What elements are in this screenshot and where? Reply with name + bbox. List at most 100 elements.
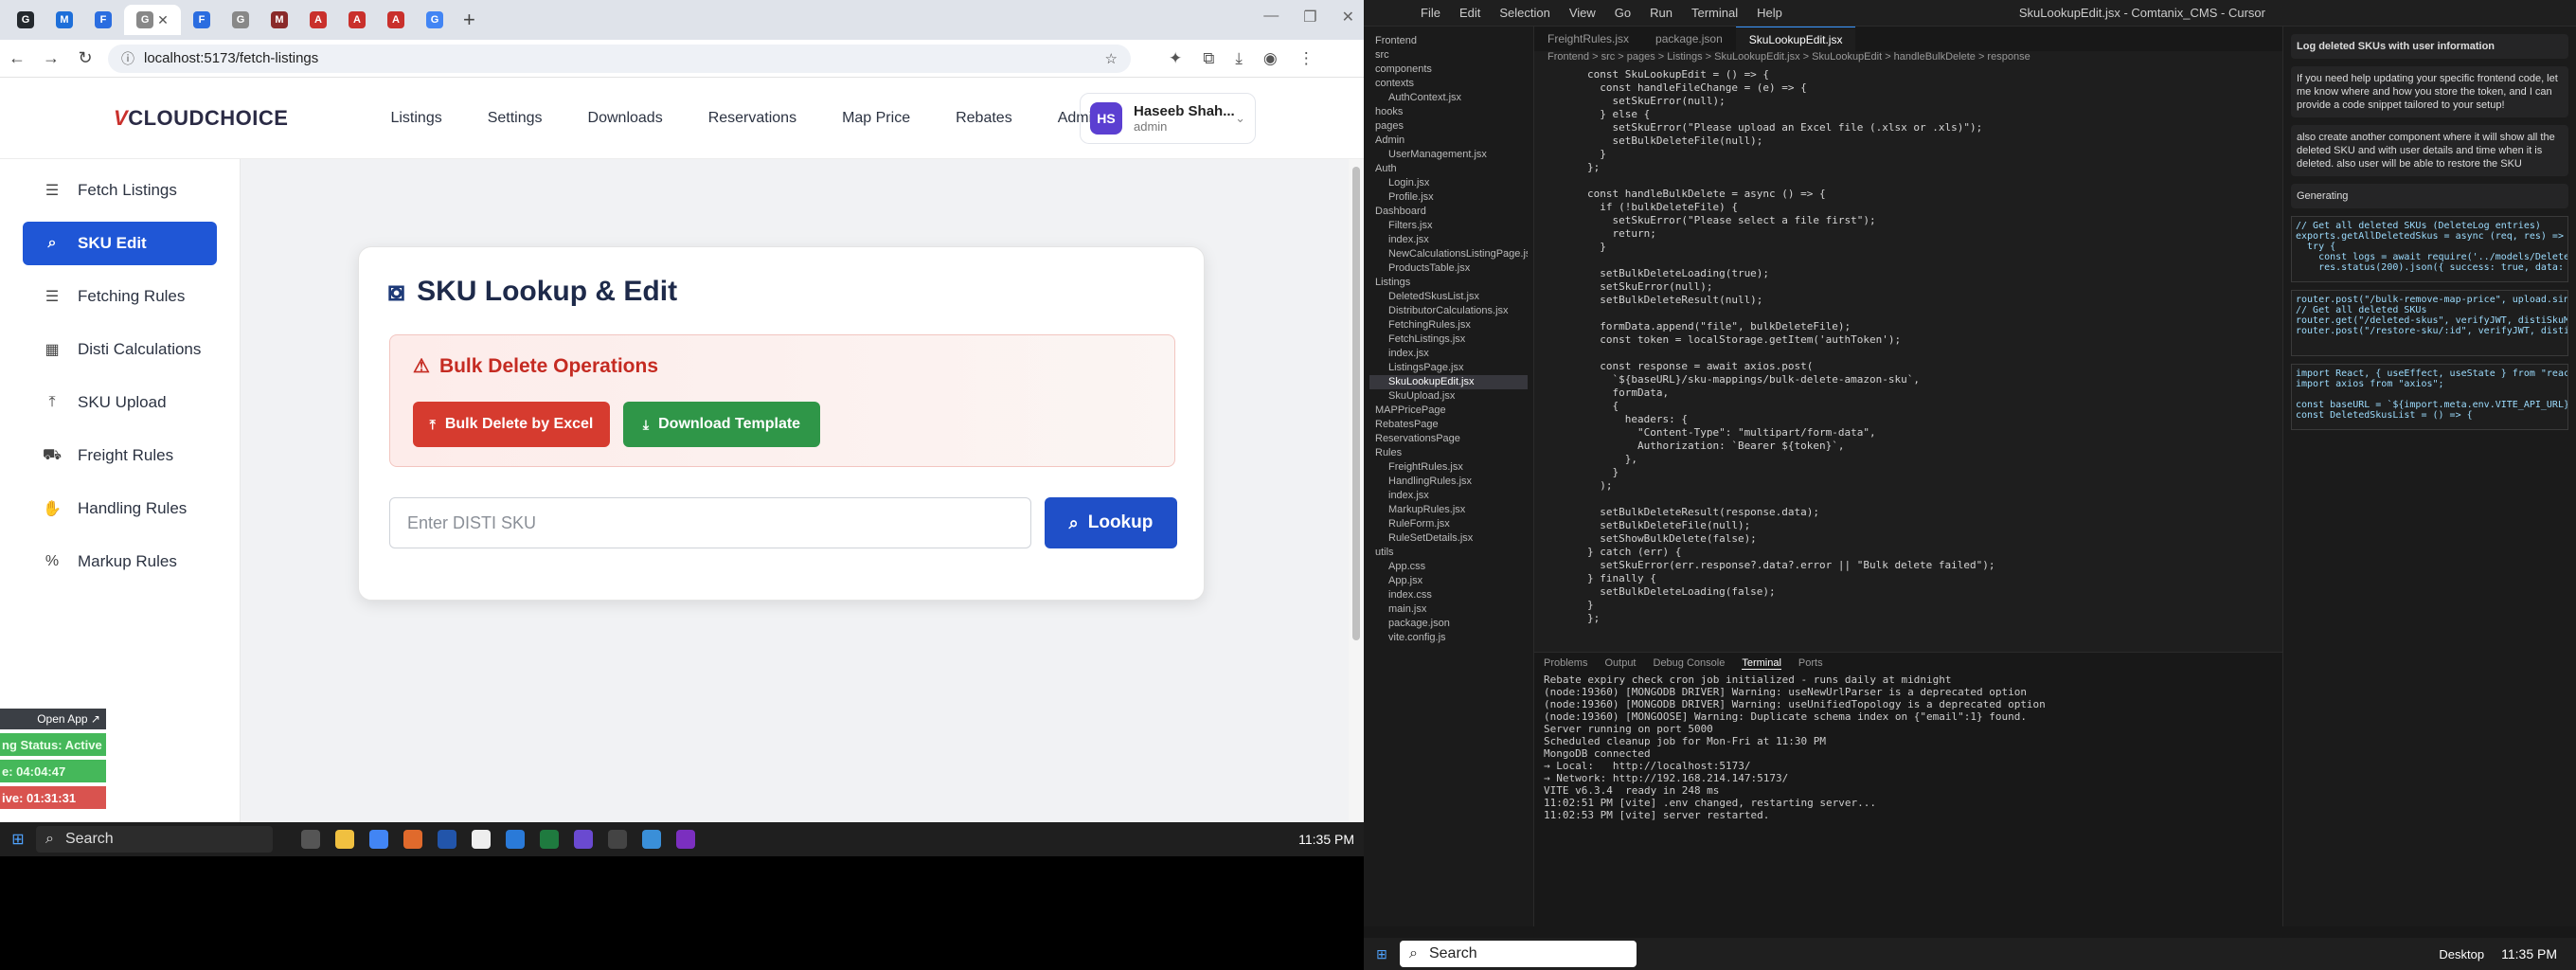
bulk-delete-button[interactable]: ⤒ Bulk Delete by Excel xyxy=(413,402,610,447)
sidebar-item-fetch-listings[interactable]: ☰ Fetch Listings xyxy=(23,169,217,212)
nav-downloads[interactable]: Downloads xyxy=(588,110,663,127)
file-item[interactable]: vite.config.js xyxy=(1369,631,1528,645)
folder-item[interactable]: hooks xyxy=(1369,105,1528,119)
folder-item[interactable]: pages xyxy=(1369,119,1528,134)
open-app-button[interactable]: Open App ↗ xyxy=(0,709,106,729)
menu-icon[interactable]: ⋮ xyxy=(1298,49,1315,68)
chat-code-block[interactable]: // Get all deleted SKUs (DeleteLog entri… xyxy=(2291,216,2568,282)
clock[interactable]: 11:35 PM xyxy=(1298,832,1354,847)
file-item[interactable]: SkuLookupEdit.jsx xyxy=(1369,375,1528,389)
folder-item[interactable]: Rules xyxy=(1369,446,1528,460)
file-item[interactable]: FreightRules.jsx xyxy=(1369,460,1528,475)
folder-item[interactable]: components xyxy=(1369,63,1528,77)
cursor-icon[interactable] xyxy=(608,830,627,849)
clock[interactable]: 11:35 PM xyxy=(2501,946,2557,961)
browser-tab[interactable]: G xyxy=(8,5,44,35)
nav-map-price[interactable]: Map Price xyxy=(842,110,910,127)
sku-input[interactable] xyxy=(389,497,1031,548)
chat-user-message[interactable]: also create another component where it w… xyxy=(2291,125,2568,176)
nav-reservations[interactable]: Reservations xyxy=(708,110,796,127)
file-item[interactable]: RuleSetDetails.jsx xyxy=(1369,531,1528,546)
file-explorer-icon[interactable] xyxy=(335,830,354,849)
folder-item[interactable]: src xyxy=(1369,48,1528,63)
file-item[interactable]: Login.jsx xyxy=(1369,176,1528,190)
menu-run[interactable]: Run xyxy=(1650,6,1673,20)
file-item[interactable]: App.jsx xyxy=(1369,574,1528,588)
app-icon[interactable] xyxy=(472,830,491,849)
app-icon[interactable] xyxy=(642,830,661,849)
panel-tab-problems[interactable]: Problems xyxy=(1544,657,1587,669)
browser-tab[interactable]: G ✕ xyxy=(124,5,181,35)
browser-tab[interactable]: F xyxy=(85,5,121,35)
editor-tab[interactable]: package.json xyxy=(1642,27,1736,51)
sidebar-item-disti-calculations[interactable]: ▦ Disti Calculations xyxy=(23,328,217,371)
app-icon[interactable] xyxy=(438,830,456,849)
menu-edit[interactable]: Edit xyxy=(1459,6,1480,20)
bookmark-star-icon[interactable]: ☆ xyxy=(1105,50,1118,67)
menu-go[interactable]: Go xyxy=(1615,6,1631,20)
editor-tab[interactable]: SkuLookupEdit.jsx xyxy=(1735,27,1856,51)
new-tab-icon[interactable]: + xyxy=(463,8,475,32)
file-item[interactable]: MarkupRules.jsx xyxy=(1369,503,1528,517)
chrome-icon[interactable] xyxy=(369,830,388,849)
sidebar-item-handling-rules[interactable]: ✋ Handling Rules xyxy=(23,487,217,530)
folder-item[interactable]: Listings xyxy=(1369,276,1528,290)
browser-tab[interactable]: M xyxy=(46,5,82,35)
desktop-label[interactable]: Desktop xyxy=(2439,947,2484,961)
scrollbar-thumb[interactable] xyxy=(1352,167,1360,640)
excel-icon[interactable] xyxy=(540,830,559,849)
file-item[interactable]: DistributorCalculations.jsx xyxy=(1369,304,1528,318)
folder-item[interactable]: Admin xyxy=(1369,134,1528,148)
minimize-icon[interactable]: — xyxy=(1263,8,1279,27)
file-item[interactable]: index.jsx xyxy=(1369,233,1528,247)
editor-tab[interactable]: FreightRules.jsx xyxy=(1534,27,1642,51)
file-item[interactable]: UserManagement.jsx xyxy=(1369,148,1528,162)
file-item[interactable]: Profile.jsx xyxy=(1369,190,1528,205)
file-item[interactable]: NewCalculationsListingPage.jsx xyxy=(1369,247,1528,261)
folder-item[interactable]: Auth xyxy=(1369,162,1528,176)
file-item[interactable]: FetchingRules.jsx xyxy=(1369,318,1528,332)
profile-icon[interactable]: ◉ xyxy=(1263,49,1278,68)
browser-tab[interactable]: G xyxy=(223,5,259,35)
panel-tab-terminal[interactable]: Terminal xyxy=(1742,657,1781,670)
file-item[interactable]: HandlingRules.jsx xyxy=(1369,475,1528,489)
browser-tab[interactable]: F xyxy=(184,5,220,35)
browser-tab[interactable]: A xyxy=(300,5,336,35)
puzzle-icon[interactable]: ⧉ xyxy=(1203,49,1214,68)
file-item[interactable]: App.css xyxy=(1369,560,1528,574)
task-view-icon[interactable] xyxy=(301,830,320,849)
folder-item[interactable]: utils xyxy=(1369,546,1528,560)
firefox-icon[interactable] xyxy=(403,830,422,849)
browser-tab[interactable]: A xyxy=(378,5,414,35)
folder-item[interactable]: contexts xyxy=(1369,77,1528,91)
folder-item[interactable]: RebatesPage xyxy=(1369,418,1528,432)
browser-tab[interactable]: M xyxy=(261,5,297,35)
file-item[interactable]: package.json xyxy=(1369,617,1528,631)
browser-tab[interactable]: A xyxy=(339,5,375,35)
download-icon[interactable]: ⤓ xyxy=(1235,49,1243,68)
menu-file[interactable]: File xyxy=(1421,6,1440,20)
user-menu[interactable]: HS Haseeb Shah... admin ⌄ xyxy=(1080,93,1256,144)
sidebar-item-markup-rules[interactable]: % Markup Rules xyxy=(23,540,217,584)
file-item[interactable]: AuthContext.jsx xyxy=(1369,91,1528,105)
menu-view[interactable]: View xyxy=(1569,6,1596,20)
file-item[interactable]: main.jsx xyxy=(1369,602,1528,617)
url-input[interactable]: ⓘ localhost:5173/fetch-listings ☆ xyxy=(108,44,1131,73)
maximize-icon[interactable]: ❐ xyxy=(1303,8,1316,27)
chat-code-block[interactable]: import React, { useEffect, useState } fr… xyxy=(2291,364,2568,430)
terminal-panel[interactable]: Problems Output Debug Console Terminal Ports… xyxy=(1534,652,2282,926)
forward-icon[interactable]: → xyxy=(34,48,68,68)
file-item[interactable]: FetchListings.jsx xyxy=(1369,332,1528,347)
sidebar-item-freight-rules[interactable]: ⛟ Freight Rules xyxy=(23,434,217,477)
chat-code-block[interactable]: router.post("/bulk-remove-map-price", up… xyxy=(2291,290,2568,356)
taskbar-search[interactable]: ⌕ Search xyxy=(36,826,273,853)
cloudchoice-logo[interactable]: VCLOUDCHOICE xyxy=(114,106,288,131)
close-icon[interactable]: ✕ xyxy=(1342,8,1354,27)
sidebar-item-sku-upload[interactable]: ⤒ SKU Upload xyxy=(23,381,217,424)
nav-rebates[interactable]: Rebates xyxy=(956,110,1012,127)
taskbar-search[interactable]: ⌕ Search xyxy=(1400,941,1637,967)
panel-tab-debug-console[interactable]: Debug Console xyxy=(1654,657,1726,669)
site-info-icon[interactable]: ⓘ xyxy=(121,49,134,68)
windows-start-icon[interactable]: ⊞ xyxy=(1364,946,1400,962)
reload-icon[interactable]: ↻ xyxy=(68,48,102,68)
